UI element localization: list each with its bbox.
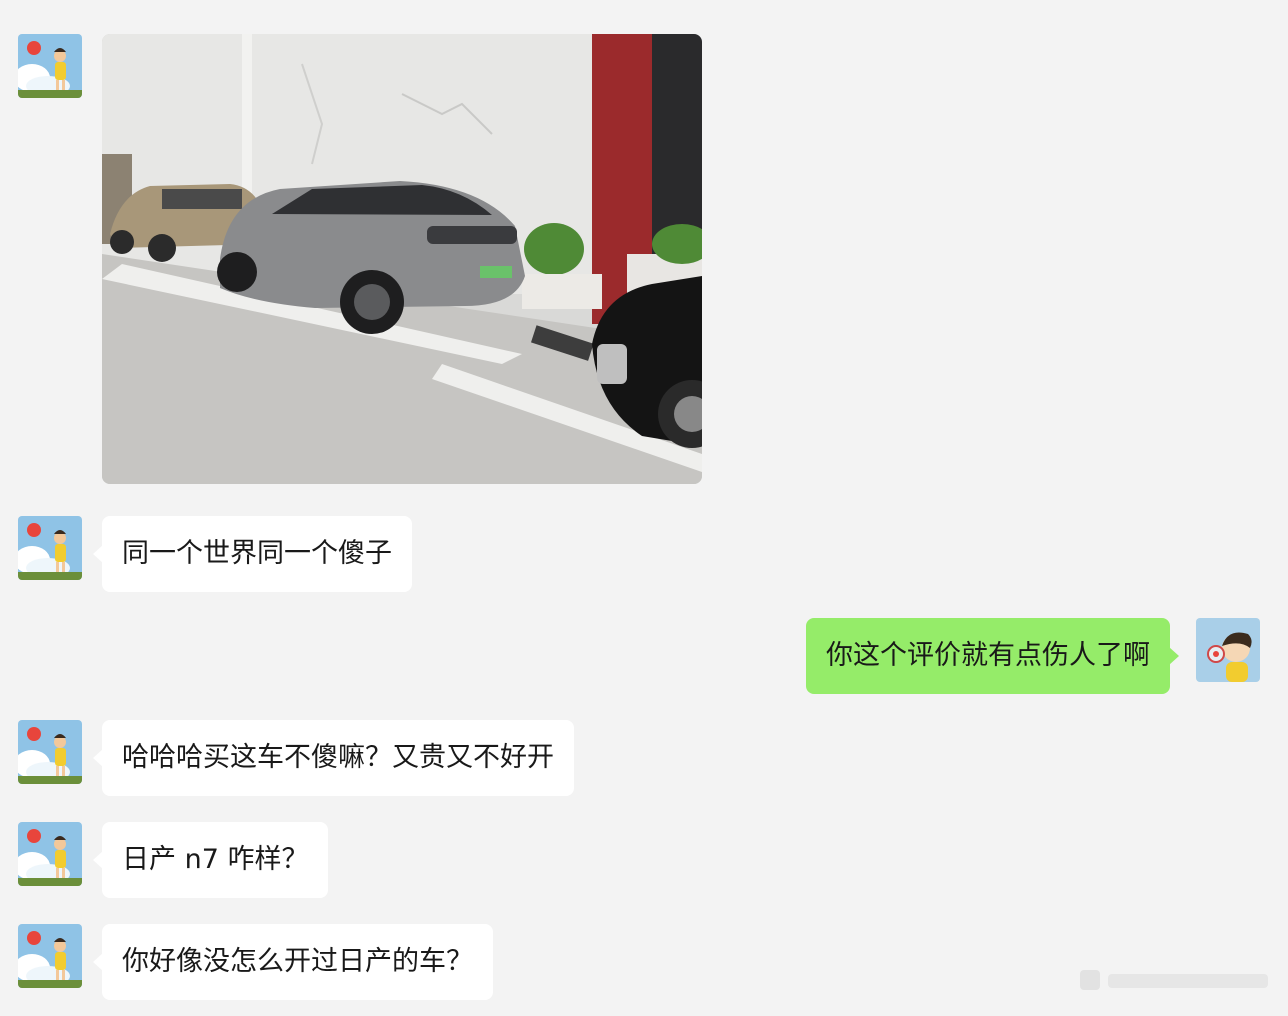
ponyo-avatar-image bbox=[18, 822, 82, 886]
message-bubble-incoming[interactable]: 同一个世界同一个傻子 bbox=[93, 516, 412, 592]
ponyo-avatar-image bbox=[18, 720, 82, 784]
ponyo-avatar-image bbox=[18, 924, 82, 988]
ponyo-avatar-image bbox=[18, 516, 82, 580]
message-bubble-incoming[interactable]: 哈哈哈买这车不傻嘛？又贵又不好开 bbox=[93, 720, 574, 796]
contact-avatar[interactable] bbox=[18, 34, 82, 98]
contact-avatar[interactable] bbox=[18, 516, 82, 580]
contact-avatar[interactable] bbox=[18, 924, 82, 988]
parking-lot-photo bbox=[102, 34, 702, 484]
message-bubble-outgoing[interactable]: 你这个评价就有点伤人了啊 bbox=[806, 618, 1179, 694]
ponyo-avatar-image bbox=[18, 34, 82, 98]
chat-area: 同一个世界同一个傻子 你这个评价就有点伤人了啊 哈哈哈买这车不傻嘛？又贵又不好开 bbox=[0, 0, 1288, 1016]
contact-avatar[interactable] bbox=[18, 822, 82, 886]
sosuke-avatar-image bbox=[1196, 618, 1260, 682]
watermark bbox=[1080, 970, 1268, 990]
contact-avatar[interactable] bbox=[18, 720, 82, 784]
my-avatar[interactable] bbox=[1196, 618, 1260, 682]
message-bubble-incoming[interactable]: 日产 n7 咋样？ bbox=[92, 822, 329, 898]
shared-photo[interactable] bbox=[102, 34, 702, 484]
message-bubble-incoming[interactable]: 你好像没怎么开过日产的车？ bbox=[93, 924, 493, 1000]
